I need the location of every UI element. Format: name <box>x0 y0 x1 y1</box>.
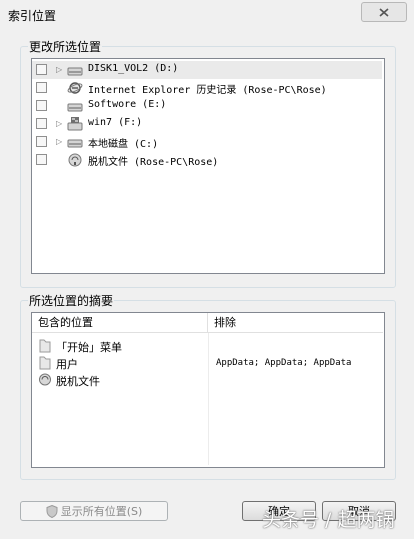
window-title: 索引位置 <box>8 9 57 23</box>
location-checkbox[interactable] <box>36 82 47 93</box>
location-label: DISK1_VOL2 (D:) <box>88 63 179 74</box>
drive-icon <box>67 67 83 76</box>
location-tree[interactable]: ▷ DISK1_VOL2 (D:) Internet Explorer 历史记录 (… <box>31 58 385 274</box>
location-label: 本地磁盘 (C:) <box>88 139 159 150</box>
summary-table: 包含的位置 排除 「开始」菜单 用户 脱机文件 AppData; AppData… <box>31 312 385 468</box>
expand-arrow-icon[interactable]: ▷ <box>56 137 62 146</box>
location-row[interactable]: Softwore (E:) <box>32 97 382 115</box>
location-label: 脱机文件 (Rose-PC\Rose) <box>88 157 219 168</box>
show-all-label: 显示所有位置(S) <box>60 505 143 518</box>
location-row[interactable]: Internet Explorer 历史记录 (Rose-PC\Rose) <box>32 79 382 97</box>
expand-arrow-icon[interactable]: ▷ <box>56 119 62 128</box>
close-button[interactable] <box>361 2 407 22</box>
location-row[interactable]: 脱机文件 (Rose-PC\Rose) <box>32 151 382 169</box>
location-label: win7 (F:) <box>88 117 143 128</box>
included-label: 「开始」菜单 <box>56 341 122 354</box>
offline-files-icon <box>68 153 82 167</box>
folder-icon <box>39 339 51 353</box>
internet-explorer-icon <box>67 82 83 94</box>
change-locations-label: 更改所选位置 <box>28 38 103 55</box>
included-label: 用户 <box>56 358 78 371</box>
column-header-excluded[interactable]: 排除 <box>208 313 383 333</box>
drive-icon <box>67 139 83 148</box>
column-header-included[interactable]: 包含的位置 <box>32 313 208 333</box>
location-row[interactable]: ▷ 本地磁盘 (C:) <box>32 133 382 151</box>
excluded-value: AppData; AppData; AppData <box>216 358 352 368</box>
included-label: 脱机文件 <box>56 375 100 388</box>
watermark: 头条号 / 超两锅 <box>262 509 395 531</box>
location-checkbox[interactable] <box>36 136 47 147</box>
location-label: Softwore (E:) <box>88 99 167 110</box>
system-drive-icon <box>67 117 83 131</box>
expand-arrow-icon[interactable]: ▷ <box>56 65 62 74</box>
location-checkbox[interactable] <box>36 64 47 75</box>
location-checkbox[interactable] <box>36 100 47 111</box>
location-row[interactable]: ▷ DISK1_VOL2 (D:) <box>32 61 382 79</box>
show-all-locations-button[interactable]: 显示所有位置(S) <box>20 501 168 521</box>
drive-icon <box>67 103 83 112</box>
offline-files-icon <box>39 373 51 386</box>
column-divider <box>208 333 209 465</box>
location-row[interactable]: ▷ win7 (F:) <box>32 115 382 133</box>
close-icon <box>379 7 389 17</box>
title-bar: 索引位置 <box>0 0 414 28</box>
folder-icon <box>39 356 51 370</box>
location-checkbox[interactable] <box>36 154 47 165</box>
summary-label: 所选位置的摘要 <box>28 292 115 309</box>
location-checkbox[interactable] <box>36 118 47 129</box>
shield-icon <box>46 504 58 518</box>
location-label: Internet Explorer 历史记录 (Rose-PC\Rose) <box>88 85 327 96</box>
